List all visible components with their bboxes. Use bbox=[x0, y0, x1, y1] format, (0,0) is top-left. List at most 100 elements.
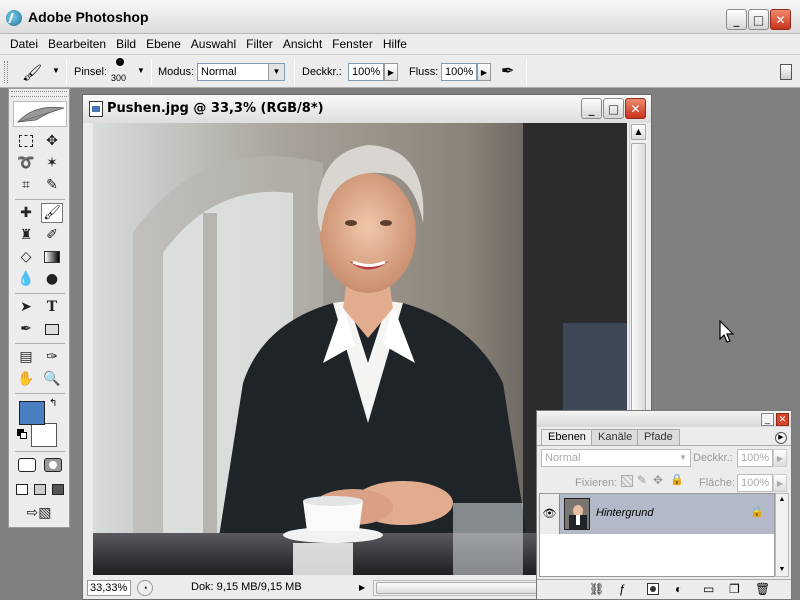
zoom-level-field[interactable]: 33,33% bbox=[87, 580, 131, 596]
doc-maximize-button[interactable]: □ bbox=[603, 98, 624, 119]
adjustment-layer-icon[interactable]: ◐ bbox=[675, 582, 682, 596]
eraser-tool-icon[interactable]: ◇ bbox=[15, 247, 37, 267]
move-tool-icon[interactable]: ✥ bbox=[41, 131, 63, 151]
brush-tip-icon[interactable] bbox=[116, 58, 124, 66]
flow-slider-arrow-icon[interactable]: ▶ bbox=[477, 63, 491, 81]
lock-image-icon[interactable]: ✎ bbox=[637, 473, 647, 487]
scroll-up-arrow-icon[interactable]: ▲ bbox=[631, 124, 646, 140]
screen-mode-full-menu-icon[interactable] bbox=[31, 479, 49, 499]
options-grip[interactable] bbox=[4, 61, 8, 83]
gradient-tool-icon[interactable] bbox=[41, 247, 63, 267]
palette-minimize-button[interactable]: _ bbox=[761, 413, 774, 426]
app-close-button[interactable]: ✕ bbox=[770, 9, 791, 30]
tab-ebenen[interactable]: Ebenen bbox=[541, 429, 593, 446]
crop-tool-icon[interactable]: ⌗ bbox=[15, 175, 37, 195]
zoom-tool-icon[interactable]: 🔍 bbox=[41, 369, 63, 389]
doc-minimize-button[interactable]: _ bbox=[581, 98, 602, 119]
doc-close-button[interactable]: ✕ bbox=[625, 98, 646, 119]
foreground-color-swatch[interactable] bbox=[19, 401, 45, 425]
blend-mode-select[interactable]: Normal ▼ bbox=[541, 449, 691, 467]
menu-fenster[interactable]: Fenster bbox=[327, 37, 378, 51]
layer-list-scrollbar[interactable]: ▲ ▼ bbox=[775, 493, 789, 577]
layer-row-hintergrund[interactable]: 👁 Hintergrund 🔒 bbox=[540, 494, 774, 534]
mode-select[interactable]: Normal ▼ bbox=[197, 63, 285, 81]
opacity-input[interactable]: 100% bbox=[348, 63, 384, 81]
layer-visibility-eye-icon[interactable]: 👁 bbox=[540, 494, 560, 534]
menu-bearbeiten[interactable]: Bearbeiten bbox=[43, 37, 111, 51]
layer-opacity-arrow-icon[interactable]: ▶ bbox=[773, 449, 787, 467]
photoshop-logo-icon bbox=[6, 10, 22, 26]
notes-tool-icon[interactable]: ▤ bbox=[15, 347, 37, 367]
lock-all-icon[interactable]: 🔒 bbox=[670, 473, 684, 486]
link-layers-icon[interactable]: ⛓ bbox=[589, 582, 604, 596]
palette-close-button[interactable]: ✕ bbox=[776, 413, 789, 426]
menu-ebene[interactable]: Ebene bbox=[141, 37, 186, 51]
quickmask-mode-icon[interactable] bbox=[41, 455, 65, 475]
new-group-folder-icon[interactable]: ▭ bbox=[703, 582, 714, 596]
document-titlebar[interactable]: Pushen.jpg @ 33,3% (RGB/8*) _ □ ✕ bbox=[83, 95, 651, 123]
slice-tool-icon[interactable]: ✎ bbox=[41, 175, 63, 195]
menu-datei[interactable]: Datei bbox=[5, 37, 43, 51]
dodge-tool-icon[interactable]: ● bbox=[41, 269, 63, 289]
flow-input[interactable]: 100% bbox=[441, 63, 477, 81]
magic-wand-tool-icon[interactable]: ✶ bbox=[41, 153, 63, 173]
screen-mode-standard-icon[interactable] bbox=[13, 479, 31, 499]
standard-mode-icon[interactable] bbox=[15, 455, 39, 475]
pen-tool-icon[interactable]: ✒ bbox=[15, 319, 37, 339]
layer-scroll-up-icon[interactable]: ▲ bbox=[776, 494, 788, 506]
tab-kanaele[interactable]: Kanäle bbox=[591, 429, 640, 445]
menu-bar: Datei Bearbeiten Bild Ebene Auswahl Filt… bbox=[0, 34, 800, 54]
blur-tool-icon[interactable]: 💧 bbox=[15, 269, 37, 289]
hand-tool-icon[interactable]: ✋ bbox=[15, 369, 37, 389]
shape-tool-icon[interactable] bbox=[41, 319, 63, 339]
fill-arrow-icon[interactable]: ▶ bbox=[773, 474, 787, 492]
app-minimize-button[interactable]: _ bbox=[726, 9, 747, 30]
default-colors-icon[interactable] bbox=[17, 429, 27, 439]
jump-to-imageready-icon[interactable]: ⇨▧ bbox=[19, 503, 59, 523]
history-brush-tool-icon[interactable]: ✐ bbox=[41, 225, 63, 245]
fill-input[interactable]: 100% bbox=[737, 474, 773, 492]
feather-logo-icon[interactable] bbox=[13, 101, 67, 127]
layers-palette-titlebar[interactable]: _ ✕ bbox=[537, 411, 791, 427]
menu-auswahl[interactable]: Auswahl bbox=[186, 37, 241, 51]
lock-position-icon[interactable]: ✥ bbox=[653, 473, 663, 487]
toolbox: ✥ ➰ ✶ ⌗ ✎ ✚ 🖌 ♜ ✐ ◇ 💧 ● ➤ T ✒ ▤ ✑ ✋ 🔍 ↰ … bbox=[8, 88, 70, 528]
status-menu-arrow-icon[interactable]: ▶ bbox=[359, 583, 365, 592]
palette-menu-arrow-icon[interactable]: ▶ bbox=[775, 432, 787, 444]
toolbox-grip[interactable] bbox=[11, 91, 67, 97]
lock-transparency-icon[interactable] bbox=[621, 475, 633, 487]
tab-pfade[interactable]: Pfade bbox=[637, 429, 680, 445]
brush-tool-icon[interactable]: 🖌 bbox=[41, 203, 63, 223]
lasso-tool-icon[interactable]: ➰ bbox=[15, 153, 37, 173]
menu-filter[interactable]: Filter bbox=[241, 37, 278, 51]
menu-hilfe[interactable]: Hilfe bbox=[378, 37, 412, 51]
healing-brush-tool-icon[interactable]: ✚ bbox=[15, 203, 37, 223]
preset-dropdown-arrow-icon[interactable]: ▼ bbox=[52, 66, 60, 75]
brush-size: 300 bbox=[111, 73, 127, 83]
delete-layer-trash-icon[interactable]: 🗑 bbox=[755, 582, 770, 596]
app-maximize-button[interactable]: □ bbox=[748, 9, 769, 30]
layer-opacity-input[interactable]: 100% bbox=[737, 449, 773, 467]
type-tool-icon[interactable]: T bbox=[41, 297, 63, 317]
brush-dropdown-arrow-icon[interactable]: ▼ bbox=[137, 66, 145, 75]
add-mask-icon[interactable] bbox=[647, 583, 659, 595]
layer-scroll-down-icon[interactable]: ▼ bbox=[776, 564, 788, 576]
blend-mode-chevron-down-icon[interactable]: ▼ bbox=[676, 450, 690, 466]
airbrush-icon[interactable]: ✒ bbox=[501, 61, 514, 81]
mode-chevron-down-icon[interactable]: ▼ bbox=[268, 64, 284, 80]
clone-stamp-tool-icon[interactable]: ♜ bbox=[15, 225, 37, 245]
brush-tool-preset-icon[interactable]: 🖌 bbox=[22, 63, 42, 83]
screen-mode-full-icon[interactable] bbox=[49, 479, 67, 499]
palette-well-icon[interactable] bbox=[780, 64, 792, 80]
path-selection-tool-icon[interactable]: ➤ bbox=[15, 297, 37, 317]
menu-ansicht[interactable]: Ansicht bbox=[278, 37, 327, 51]
opacity-slider-arrow-icon[interactable]: ▶ bbox=[384, 63, 398, 81]
layer-style-icon[interactable]: ƒ bbox=[619, 582, 626, 596]
zoom-preview-icon[interactable]: ◔ bbox=[137, 580, 153, 596]
menu-bild[interactable]: Bild bbox=[111, 37, 141, 51]
swap-colors-icon[interactable]: ↰ bbox=[49, 398, 57, 409]
marquee-tool-icon[interactable] bbox=[15, 131, 37, 151]
new-layer-icon[interactable]: ❐ bbox=[729, 582, 740, 596]
eyedropper-tool-icon[interactable]: ✑ bbox=[41, 347, 63, 367]
background-color-swatch[interactable] bbox=[31, 423, 57, 447]
